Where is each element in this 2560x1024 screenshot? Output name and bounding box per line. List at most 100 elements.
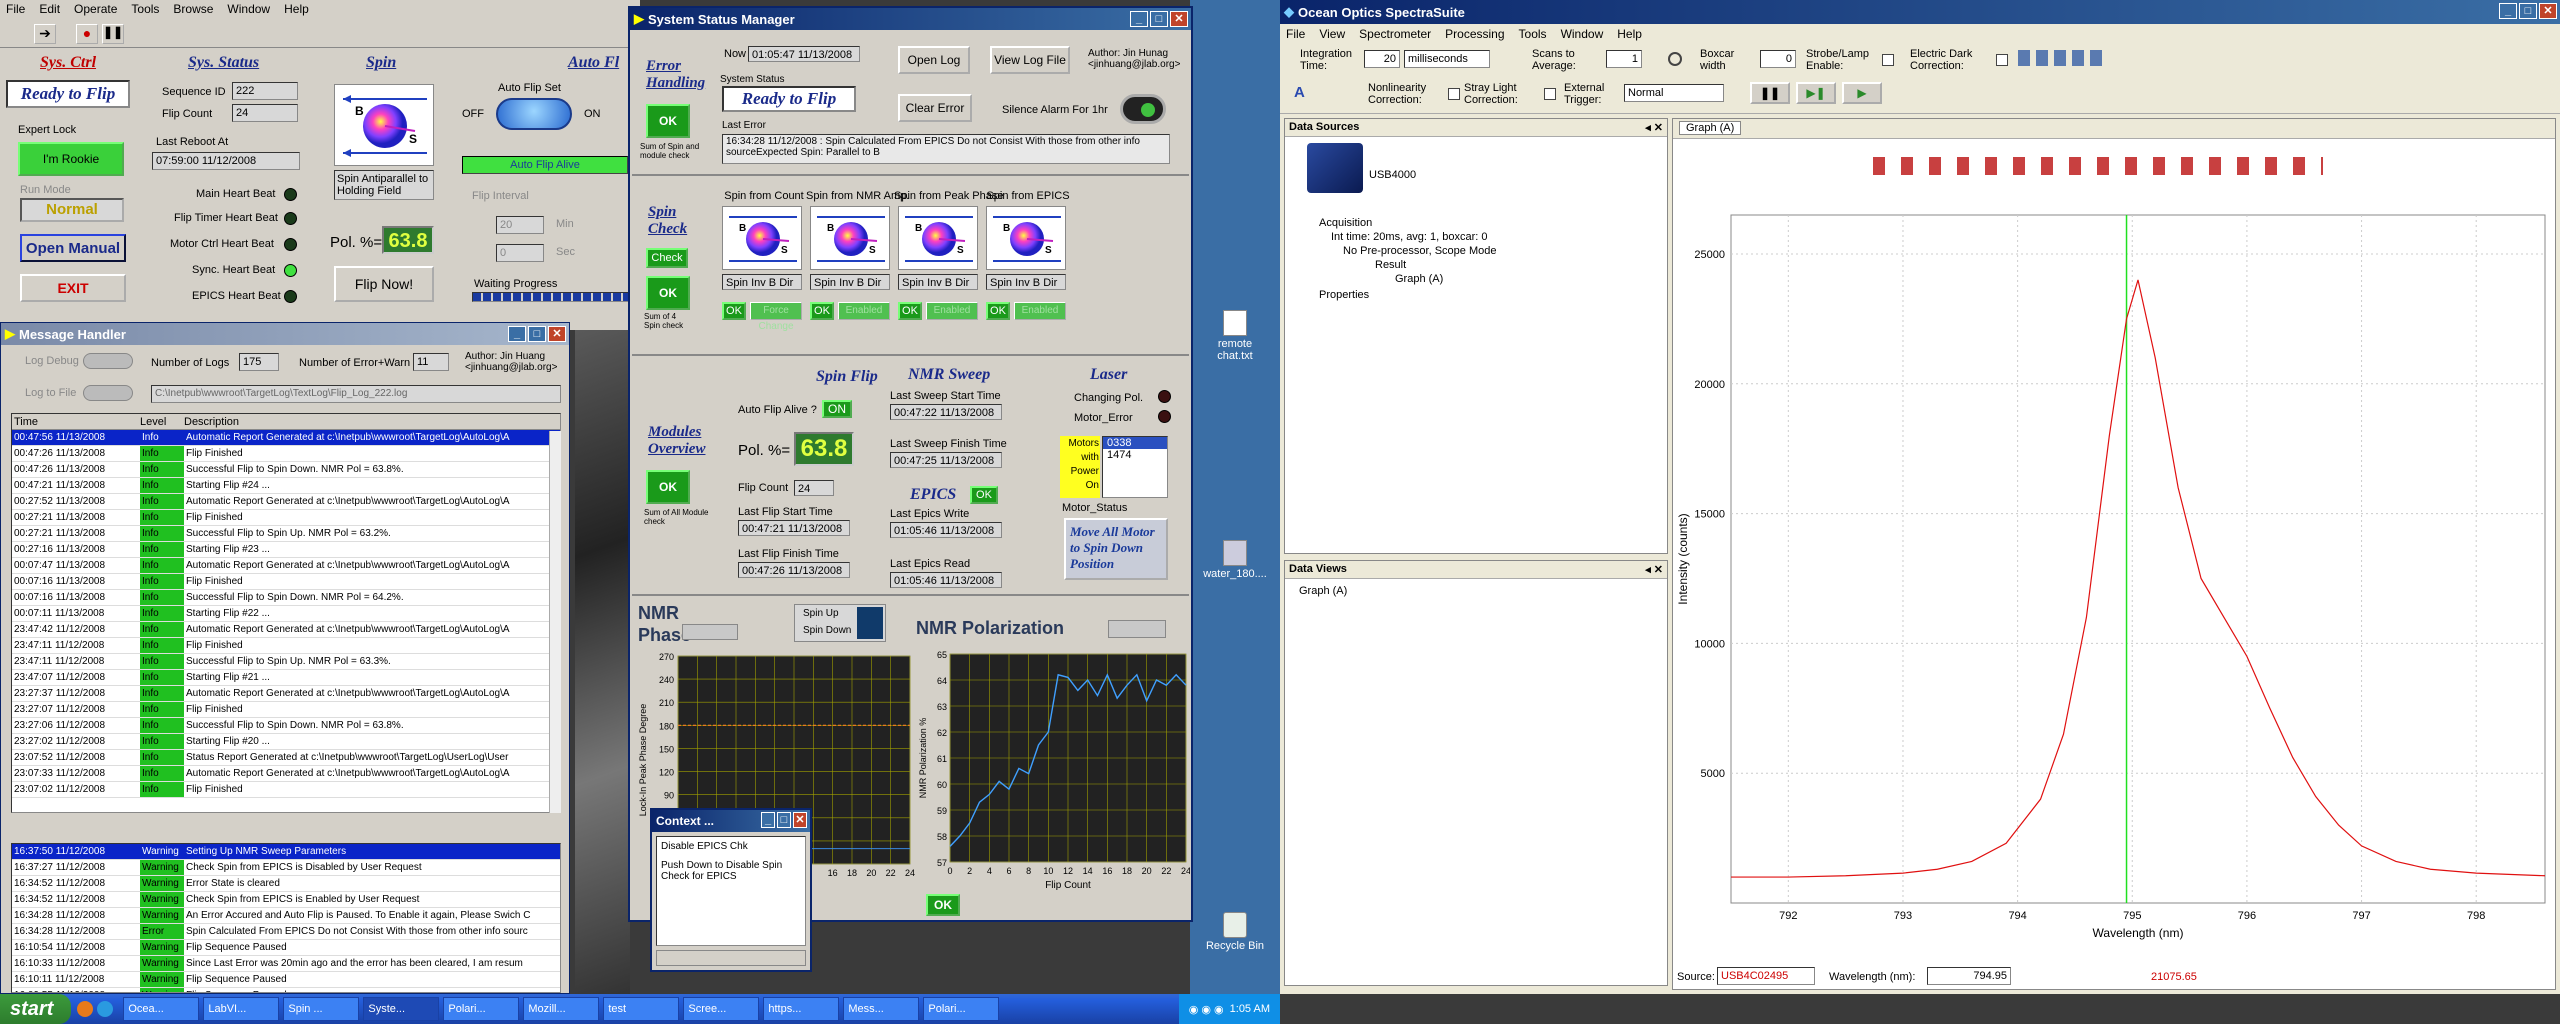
play-button[interactable]: ▶ (1842, 82, 1882, 104)
menu-spectrometer[interactable]: Spectrometer (1359, 27, 1431, 41)
taskbar-button[interactable]: Ocea... (123, 997, 200, 1021)
menu-help[interactable]: Help (1617, 27, 1642, 41)
menu-file[interactable]: File (1286, 27, 1305, 41)
view-log-button[interactable]: View Log File (990, 46, 1070, 74)
taskbar-button[interactable]: Mess... (843, 997, 920, 1021)
table-row[interactable]: 00:07:16 11/13/2008 Info Flip Finished (12, 574, 560, 590)
menu-help[interactable]: Help (284, 2, 309, 16)
table-row[interactable]: 23:47:11 11/12/2008 Info Successful Flip t… (12, 654, 560, 670)
flip-now-button[interactable]: Flip Now! (334, 266, 434, 302)
table-row[interactable]: 23:07:33 11/12/2008 Info Automatic Report … (12, 766, 560, 782)
tree-result[interactable]: Result (1375, 259, 1406, 271)
table-row[interactable]: 16:37:50 11/12/2008 Warning Setting Up NMR… (12, 844, 560, 860)
close-icon[interactable]: ✕ (2539, 3, 2557, 19)
maximize-icon[interactable]: □ (1150, 11, 1168, 27)
taskbar-button[interactable]: test (603, 997, 680, 1021)
table-row[interactable]: 00:47:26 11/13/2008 Info Flip Finished (12, 446, 560, 462)
abort-icon[interactable]: ● (76, 24, 98, 44)
ext-trigger-checkbox[interactable] (1544, 88, 1556, 100)
spin-source-enable[interactable]: Force Change (750, 302, 802, 332)
table-row[interactable]: 23:27:07 11/12/2008 Info Flip Finished (12, 702, 560, 718)
single-scan-button[interactable]: ▶❚ (1796, 82, 1836, 104)
taskbar-button[interactable]: https... (763, 997, 840, 1021)
open-log-button[interactable]: Open Log (898, 46, 970, 74)
spin-source-enable[interactable]: Enabled (838, 302, 890, 320)
source-select[interactable]: USB4C02495 (1717, 967, 1815, 985)
minimize-icon[interactable]: _ (1130, 11, 1148, 27)
no-circle-icon[interactable] (1668, 52, 1682, 66)
tray-icons[interactable]: ◉ ◉ ◉ (1189, 1003, 1224, 1016)
pin-icon[interactable]: ◂ ✕ (1645, 563, 1663, 576)
motor-id-list[interactable]: 0338 1474 (1102, 436, 1168, 498)
close-icon[interactable]: ✕ (793, 812, 807, 828)
desktop-icon-recycle-bin[interactable]: Recycle Bin (1200, 912, 1270, 952)
spin-source-enable[interactable]: Enabled (926, 302, 978, 320)
tree-int-time[interactable]: Int time: 20ms, avg: 1, boxcar: 0 (1331, 231, 1488, 243)
taskbar-button[interactable]: Syste... (363, 997, 440, 1021)
graph-toolbar[interactable] (1873, 157, 2323, 175)
taskbar-button[interactable]: Polari... (923, 997, 1000, 1021)
motor-id-item[interactable]: 1474 (1103, 449, 1167, 461)
exit-button[interactable]: EXIT (20, 274, 126, 302)
minimize-icon[interactable]: _ (508, 326, 526, 342)
auto-flip-switch[interactable] (496, 98, 572, 130)
integration-field[interactable]: 20 (1364, 50, 1400, 68)
menu-processing[interactable]: Processing (1445, 27, 1504, 41)
run-arrow-icon[interactable]: ➔ (34, 24, 56, 44)
table-row[interactable]: 16:37:27 11/12/2008 Warning Check Spin fro… (12, 860, 560, 876)
font-a-icon[interactable]: A (1294, 84, 1305, 101)
table-row[interactable]: 00:07:16 11/13/2008 Info Successful Flip t… (12, 590, 560, 606)
interval-sec-field[interactable]: 0 (496, 244, 544, 262)
silence-alarm-toggle[interactable] (1120, 94, 1166, 124)
table-row[interactable]: 00:07:11 11/13/2008 Info Starting Flip #22… (12, 606, 560, 622)
maximize-icon[interactable]: □ (528, 326, 546, 342)
device-name[interactable]: USB4000 (1369, 169, 1416, 181)
table-row[interactable]: 00:27:52 11/13/2008 Info Automatic Report … (12, 494, 560, 510)
strobe-checkbox[interactable] (1882, 54, 1894, 66)
tree-acquisition[interactable]: Acquisition (1319, 217, 1372, 229)
table-row[interactable]: 23:27:06 11/12/2008 Info Successful Flip t… (12, 718, 560, 734)
table-row[interactable]: 16:10:33 11/12/2008 Warning Since Last Err… (12, 956, 560, 972)
spin-check-button[interactable]: Check (646, 248, 688, 268)
wavelength-field[interactable]: 794.95 (1927, 967, 2011, 985)
menu-window[interactable]: Window (1561, 27, 1604, 41)
pin-icon[interactable]: ◂ ✕ (1645, 121, 1663, 134)
run-mode-select[interactable]: Normal (20, 198, 124, 222)
boxcar-field[interactable]: 0 (1760, 50, 1796, 68)
table-row[interactable]: 23:07:02 11/12/2008 Info Flip Finished (12, 782, 560, 798)
table-row[interactable]: 16:10:11 11/12/2008 Warning Flip Sequence … (12, 972, 560, 988)
pause-button[interactable]: ❚❚ (1750, 82, 1790, 104)
minimize-icon[interactable]: _ (761, 812, 775, 828)
integration-unit-select[interactable]: milliseconds (1404, 50, 1490, 68)
rookie-button[interactable]: I'm Rookie (18, 142, 124, 176)
interval-min-field[interactable]: 20 (496, 216, 544, 234)
table-row[interactable]: 00:47:21 11/13/2008 Info Starting Flip #24… (12, 478, 560, 494)
log-path-field[interactable]: C:\Inetpub\wwwroot\TargetLog\TextLog\Fli… (151, 385, 561, 403)
table-row[interactable]: 23:47:42 11/12/2008 Info Automatic Report … (12, 622, 560, 638)
move-all-motor-button[interactable]: Move All Motor to Spin Down Position (1064, 518, 1168, 580)
desktop-icon-remote-chat[interactable]: remote chat.txt (1200, 310, 1270, 362)
firefox-icon[interactable] (77, 1001, 94, 1017)
minimize-icon[interactable]: _ (2499, 3, 2517, 19)
menu-browse[interactable]: Browse (173, 2, 213, 16)
table-row[interactable]: 23:47:07 11/12/2008 Info Starting Flip #21… (12, 670, 560, 686)
table-row[interactable]: 00:27:21 11/13/2008 Info Successful Flip t… (12, 526, 560, 542)
pol-graph-tools[interactable] (1108, 620, 1166, 638)
menu-tools[interactable]: Tools (1519, 27, 1547, 41)
log-table-scrollbar[interactable] (549, 431, 561, 813)
table-row[interactable]: 23:27:37 11/12/2008 Info Automatic Report … (12, 686, 560, 702)
taskbar-button[interactable]: LabVI... (203, 997, 280, 1021)
table-row[interactable]: 23:27:02 11/12/2008 Info Starting Flip #20… (12, 734, 560, 750)
close-icon[interactable]: ✕ (548, 326, 566, 342)
maximize-icon[interactable]: □ (2519, 3, 2537, 19)
menu-view[interactable]: View (1319, 27, 1345, 41)
maximize-icon[interactable]: □ (777, 812, 791, 828)
taskbar-button[interactable]: Spin ... (283, 997, 360, 1021)
close-icon[interactable]: ✕ (1170, 11, 1188, 27)
dark-checkbox[interactable] (1996, 54, 2008, 66)
log-to-file-toggle[interactable] (83, 385, 133, 401)
scans-field[interactable]: 1 (1606, 50, 1642, 68)
table-row[interactable]: 00:07:47 11/13/2008 Info Automatic Report … (12, 558, 560, 574)
start-button[interactable]: start (0, 994, 72, 1024)
stray-checkbox[interactable] (1448, 88, 1460, 100)
